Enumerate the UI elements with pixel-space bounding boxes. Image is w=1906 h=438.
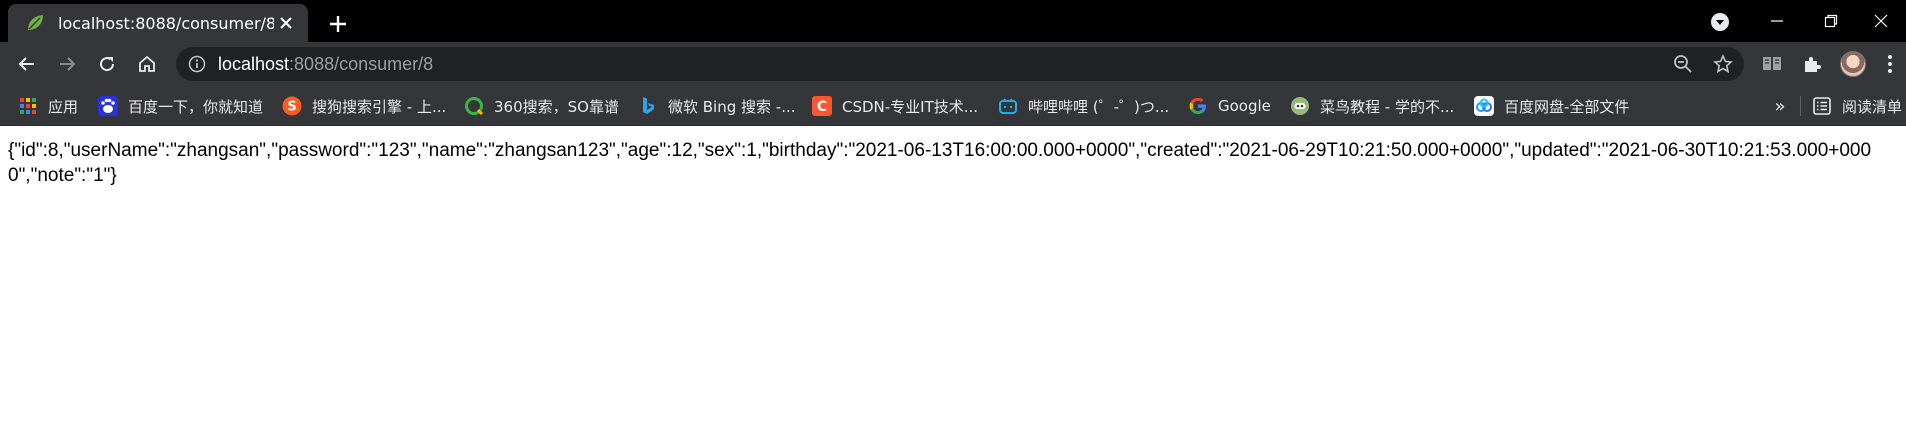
toolbar: localhost:8088/consumer/8: [0, 42, 1906, 86]
bookmark-item-360[interactable]: 360搜索，SO靠谱: [464, 94, 619, 118]
reload-icon: [100, 57, 115, 72]
home-icon: [139, 55, 155, 72]
bookmark-label: 微软 Bing 搜索 -...: [668, 97, 796, 116]
bookmark-item-sogou[interactable]: S 搜狗搜索引擎 - 上...: [282, 94, 446, 118]
reading-list-label: 阅读清单: [1842, 97, 1903, 116]
active-tab[interactable]: localhost:8088/consumer/8: [8, 4, 308, 42]
star-icon: [1713, 54, 1733, 74]
json-response-text: {"id":8,"userName":"zhangsan","password"…: [8, 140, 1872, 186]
tab-title: localhost:8088/consumer/8: [58, 13, 275, 33]
arrow-right-icon: [60, 57, 76, 71]
bookmark-star-button[interactable]: [1712, 53, 1734, 75]
url-path: :8088/consumer/8: [289, 54, 434, 74]
minimize-icon: [1771, 20, 1783, 22]
close-window-icon: [1874, 14, 1888, 28]
spring-leaf-icon: [28, 15, 43, 30]
page-content: {"id":8,"userName":"zhangsan","password"…: [0, 127, 1906, 438]
bookmark-item-google[interactable]: Google: [1188, 94, 1271, 118]
csdn-icon: C: [812, 96, 832, 116]
bookmarks-overflow-button[interactable]: »: [1770, 94, 1790, 118]
baidu-paw-icon: [98, 96, 118, 116]
sogou-icon: S: [282, 96, 302, 116]
info-icon[interactable]: [188, 55, 206, 73]
bookmark-item-runoob[interactable]: 菜鸟教程 - 学的不...: [1290, 94, 1454, 118]
bookmark-label: 菜鸟教程 - 学的不...: [1320, 97, 1455, 116]
bookmark-label: 哔哩哔哩 (゜-゜)つ...: [1028, 97, 1170, 116]
tab-close-button[interactable]: [274, 11, 298, 35]
bookmark-label: 搜狗搜索引擎 - 上...: [312, 97, 447, 116]
reader-mode-button[interactable]: [1758, 50, 1786, 78]
runoob-icon: [1290, 96, 1310, 116]
bookmark-item-baidu[interactable]: 百度一下，你就知道: [98, 94, 263, 118]
new-tab-button[interactable]: [324, 10, 352, 38]
reader-mode-icon: [1763, 57, 1781, 70]
bookmark-label: 360搜索，SO靠谱: [494, 97, 619, 116]
plus-icon: [330, 16, 346, 32]
back-button[interactable]: [12, 49, 42, 79]
reading-list-icon: [1812, 96, 1832, 116]
bing-icon: [638, 96, 658, 116]
bookmark-item-csdn[interactable]: C CSDN-专业IT技术...: [812, 94, 978, 118]
home-button[interactable]: [132, 49, 162, 79]
url-host: localhost: [218, 54, 290, 74]
apps-grid-icon: [18, 96, 38, 116]
bookmark-item-baidu-netdisk[interactable]: 百度网盘-全部文件: [1474, 94, 1629, 118]
bookmark-label: 百度网盘-全部文件: [1504, 97, 1630, 116]
zoom-out-icon: [1674, 55, 1692, 73]
bookmarks-divider: [1800, 96, 1801, 116]
browser-menu-button[interactable]: [1880, 52, 1900, 76]
profile-avatar[interactable]: [1840, 51, 1866, 77]
puzzle-icon: [1805, 57, 1821, 72]
address-bar[interactable]: localhost:8088/consumer/8: [176, 47, 1744, 81]
zoom-button[interactable]: [1672, 53, 1694, 75]
baidu-netdisk-icon: [1474, 96, 1494, 116]
bookmark-label: 应用: [48, 97, 79, 116]
close-icon: [280, 17, 292, 29]
bilibili-icon: [998, 96, 1018, 116]
reload-button[interactable]: [92, 49, 122, 79]
bookmarks-bar: 应用 百度一下，你就知道 S 搜狗搜索引擎 - 上... 360搜索，SO靠谱 …: [0, 86, 1906, 126]
bookmark-item-apps[interactable]: 应用: [18, 94, 78, 118]
bookmark-label: 百度一下，你就知道: [128, 97, 264, 116]
restore-button[interactable]: [1806, 6, 1856, 36]
tab-strip: localhost:8088/consumer/8: [0, 0, 1906, 42]
bookmark-item-bilibili[interactable]: 哔哩哔哩 (゜-゜)つ...: [998, 94, 1169, 118]
svg-text:S: S: [287, 100, 296, 115]
bookmark-item-bing[interactable]: 微软 Bing 搜索 -...: [638, 94, 796, 118]
google-icon: [1188, 96, 1208, 116]
arrow-left-icon: [18, 57, 34, 71]
bookmark-label: Google: [1218, 97, 1271, 115]
bookmark-label: CSDN-专业IT技术...: [842, 97, 979, 116]
so360-icon: [464, 96, 484, 116]
minimize-button[interactable]: [1752, 6, 1802, 36]
tab-search-icon: [1711, 13, 1729, 31]
svg-text:C: C: [817, 99, 827, 115]
forward-button[interactable]: [52, 49, 82, 79]
extensions-button[interactable]: [1798, 50, 1826, 78]
url-text[interactable]: localhost:8088/consumer/8: [218, 54, 433, 75]
tab-search-button[interactable]: [1708, 10, 1732, 34]
reading-list-button[interactable]: 阅读清单: [1812, 94, 1902, 118]
restore-icon: [1824, 14, 1838, 28]
close-window-button[interactable]: [1856, 6, 1906, 36]
